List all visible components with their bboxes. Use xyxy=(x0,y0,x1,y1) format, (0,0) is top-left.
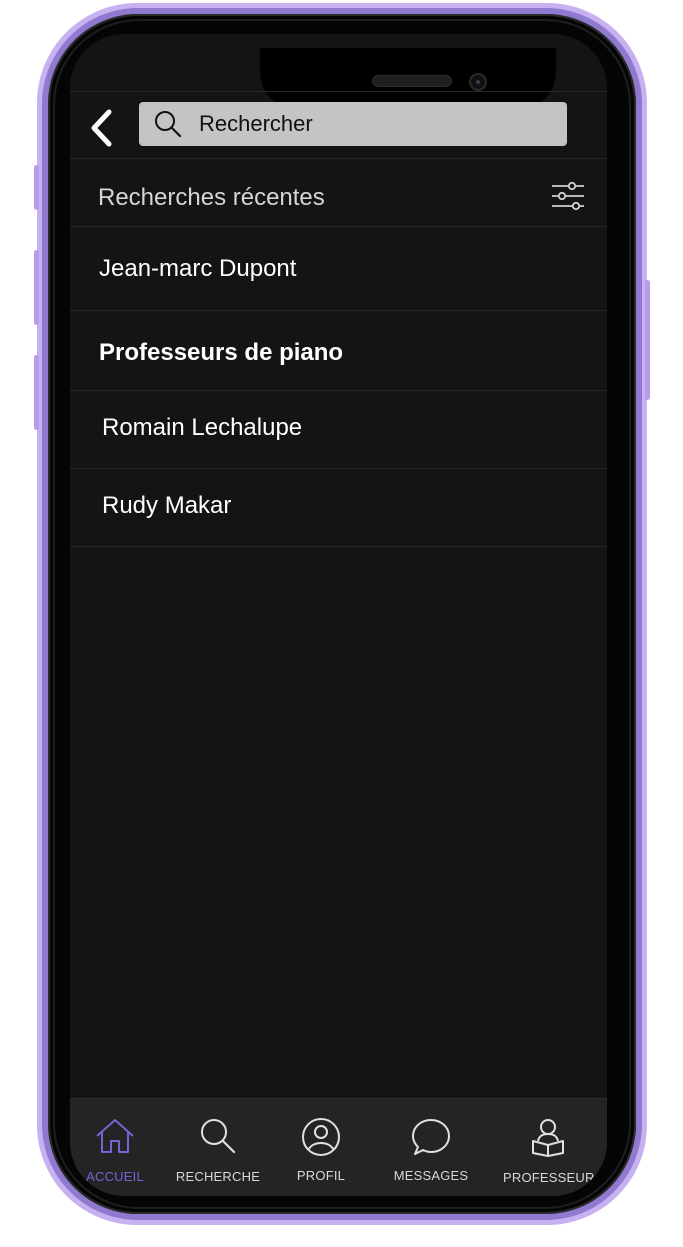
nav-accueil[interactable]: ACCUEIL xyxy=(70,1099,170,1196)
search-header xyxy=(70,91,607,159)
back-button[interactable] xyxy=(84,108,118,148)
power-button xyxy=(645,280,650,400)
search-icon xyxy=(155,111,182,138)
nav-label: RECHERCHE xyxy=(175,1169,261,1184)
search-bar[interactable] xyxy=(139,102,567,146)
nav-label: PROFIL xyxy=(296,1168,346,1183)
bottom-navigation: ACCUEIL RECHERCHE PROFIL MESSAGES PROFES… xyxy=(70,1098,607,1196)
search-input[interactable] xyxy=(197,110,537,138)
front-camera xyxy=(469,73,487,91)
recent-search-label: Professeurs de piano xyxy=(99,339,344,366)
volume-down-button xyxy=(34,355,39,430)
recent-searches-title: Recherches récentes xyxy=(98,184,325,211)
recent-search-item[interactable]: Jean-marc Dupont xyxy=(70,227,607,311)
recent-search-item[interactable]: Rudy Makar xyxy=(70,469,607,547)
speaker-grille xyxy=(372,75,452,87)
home-icon xyxy=(96,1119,134,1153)
filter-button[interactable] xyxy=(550,181,586,211)
recent-search-item[interactable]: Romain Lechalupe xyxy=(70,391,607,469)
nav-label: MESSAGES xyxy=(393,1168,469,1183)
nav-professeur[interactable]: PROFESSEUR xyxy=(493,1099,603,1196)
device-mockup: Recherches récentes Jean-marc Dupont Pro… xyxy=(0,0,683,1247)
mute-switch xyxy=(34,165,39,210)
volume-up-button xyxy=(34,250,39,325)
profile-icon xyxy=(302,1118,340,1156)
recent-search-label: Rudy Makar xyxy=(102,492,232,519)
nav-recherche[interactable]: RECHERCHE xyxy=(163,1099,273,1196)
chat-bubble-icon xyxy=(412,1119,450,1155)
recent-search-label: Jean-marc Dupont xyxy=(99,255,297,282)
sliders-icon xyxy=(552,181,584,211)
nav-label: PROFESSEUR xyxy=(503,1170,595,1185)
search-icon xyxy=(201,1119,236,1154)
recent-search-item[interactable]: Professeurs de piano xyxy=(70,311,607,391)
nav-messages[interactable]: MESSAGES xyxy=(376,1099,486,1196)
nav-label: ACCUEIL xyxy=(86,1169,144,1184)
recent-searches-header: Recherches récentes xyxy=(70,159,607,227)
app-screen: Recherches récentes Jean-marc Dupont Pro… xyxy=(70,34,607,1196)
teacher-icon xyxy=(532,1119,564,1157)
nav-profil[interactable]: PROFIL xyxy=(266,1099,376,1196)
recent-search-label: Romain Lechalupe xyxy=(102,414,303,441)
chevron-left-icon xyxy=(91,109,112,147)
